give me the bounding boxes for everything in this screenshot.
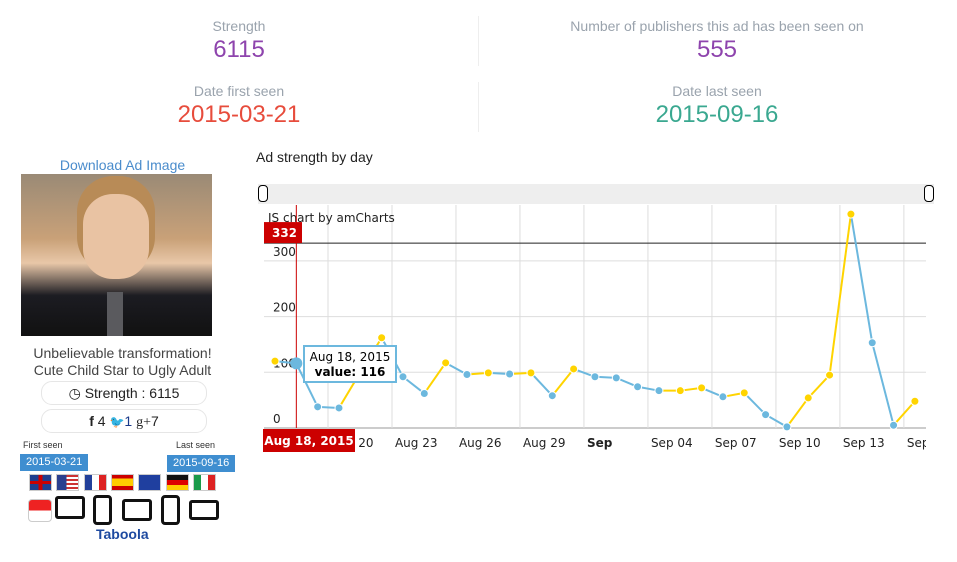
data-point: [590, 372, 600, 382]
data-point: [547, 391, 557, 401]
data-point: [270, 356, 280, 366]
data-point: [846, 209, 856, 219]
data-point: [910, 396, 920, 406]
y-tick-label: 0: [273, 412, 281, 426]
cursor-point: [290, 357, 303, 370]
data-point: [334, 403, 344, 413]
tooltip-date: Aug 18, 2015: [310, 350, 391, 364]
data-point: [419, 388, 429, 398]
data-point: [654, 386, 664, 396]
data-point: [867, 338, 877, 348]
data-point: [441, 358, 451, 368]
ad-strength-chart[interactable]: 0100200300Aug 20Aug 23Aug 26Aug 29SepSep…: [0, 0, 957, 562]
data-point: [483, 368, 493, 378]
x-tick-label: Sep: [587, 436, 613, 450]
data-point: [739, 388, 749, 398]
x-tick-label: Sep 16: [907, 436, 949, 450]
data-point: [398, 372, 408, 382]
data-point: [761, 410, 771, 420]
data-point: [462, 370, 472, 380]
x-tick-label: Sep 10: [779, 436, 821, 450]
data-point: [697, 383, 707, 393]
tooltip-value: value: 116: [315, 365, 386, 379]
x-tick-label: Sep 13: [843, 436, 885, 450]
data-point: [505, 369, 515, 379]
data-point: [803, 393, 813, 403]
y-tick-label: 300: [273, 245, 296, 259]
x-tick-label: Aug 29: [523, 436, 566, 450]
data-point: [569, 364, 579, 374]
data-point: [611, 373, 621, 383]
x-tick-label: Sep 04: [651, 436, 693, 450]
cursor-date-label: Aug 18, 2015: [264, 434, 353, 448]
data-point: [526, 368, 536, 378]
guide-label: 332: [272, 226, 297, 240]
x-tick-label: Aug 26: [459, 436, 502, 450]
data-point: [633, 382, 643, 392]
data-point: [889, 420, 899, 430]
data-point: [718, 392, 728, 402]
data-point: [675, 386, 685, 396]
data-point: [313, 402, 323, 412]
y-tick-label: 200: [273, 301, 296, 315]
x-tick-label: Sep 07: [715, 436, 757, 450]
data-point: [782, 422, 792, 432]
x-tick-label: Aug 23: [395, 436, 438, 450]
data-point: [377, 333, 387, 343]
data-point: [825, 370, 835, 380]
